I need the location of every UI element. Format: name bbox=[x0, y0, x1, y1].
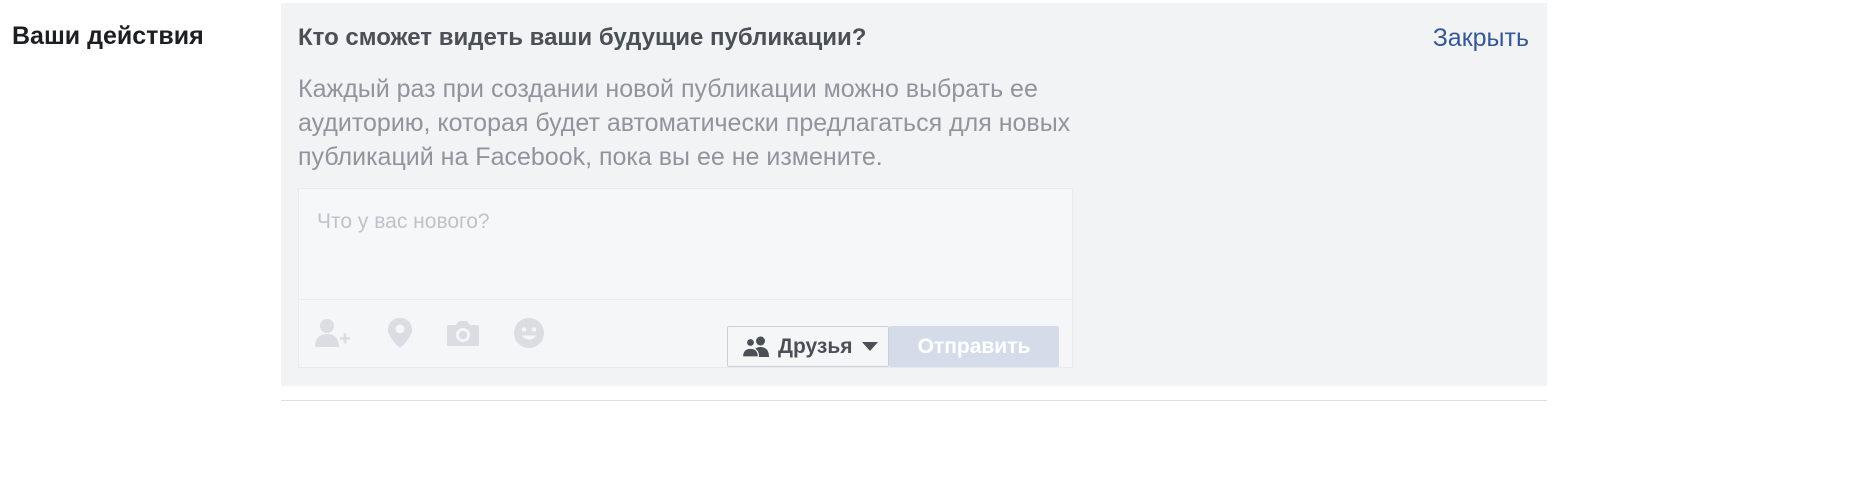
emoji-icon[interactable] bbox=[511, 315, 547, 351]
section-divider bbox=[281, 400, 1547, 401]
composer-placeholder: Что у вас нового? bbox=[317, 210, 490, 233]
send-button[interactable]: Отправить bbox=[889, 326, 1059, 367]
audience-selector-button[interactable]: Друзья bbox=[727, 326, 889, 367]
section-label: Ваши действия bbox=[12, 22, 204, 50]
friends-icon bbox=[742, 336, 770, 358]
composer-text-area[interactable]: Что у вас нового? bbox=[299, 189, 1072, 300]
camera-icon[interactable] bbox=[445, 315, 481, 351]
panel-description: Каждый раз при создании новой публикации… bbox=[298, 75, 1071, 171]
location-pin-icon[interactable] bbox=[382, 315, 418, 351]
tag-friends-icon[interactable] bbox=[315, 315, 351, 351]
post-composer: Что у вас нового? Друзья Отправить bbox=[298, 188, 1073, 368]
panel-question: Кто сможет видеть ваши будущие публикаци… bbox=[298, 24, 867, 51]
audience-label: Друзья bbox=[778, 334, 853, 358]
close-link[interactable]: Закрыть bbox=[1433, 24, 1529, 53]
audience-settings-panel: Кто сможет видеть ваши будущие публикаци… bbox=[281, 3, 1547, 386]
caret-down-icon bbox=[861, 341, 878, 352]
